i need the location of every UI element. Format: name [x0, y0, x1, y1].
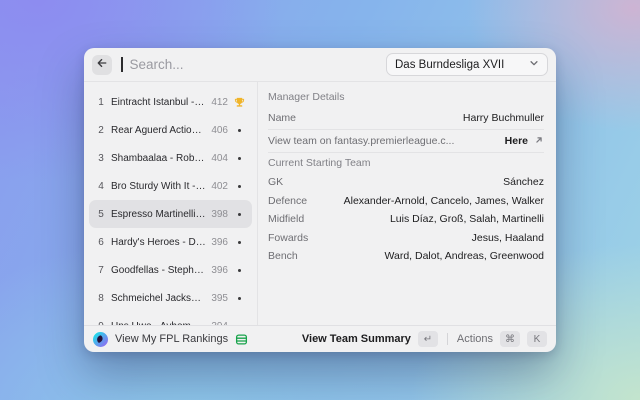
arrow-left-icon: [96, 56, 108, 74]
ranking-row[interactable]: 6 Hardy's Heroes - Dan H... 396: [89, 228, 252, 256]
details-panel: Manager Details Name Harry Buchmuller Vi…: [258, 82, 556, 325]
cmd-key-badge: ⌘: [500, 331, 520, 347]
footer-bar: View My FPL Rankings View Team Summary ↵…: [84, 325, 556, 352]
team-detail-row: Defence Alexander-Arnold, Cancelo, James…: [268, 192, 544, 211]
team-detail-row: Fowards Jesus, Haaland: [268, 229, 544, 248]
ranking-row[interactable]: 2 Rear Aguerd Action - M... 406: [89, 116, 252, 144]
search-header: Das Burndesliga XVII: [84, 48, 556, 82]
position-label: Bench: [268, 250, 298, 262]
rank-number: 6: [96, 237, 106, 248]
dot-indicator: [238, 157, 241, 160]
ranking-row[interactable]: 9 Uns Uwe - Ayhem Saleh 394: [89, 312, 252, 325]
section-starting-team: Current Starting Team: [268, 153, 544, 173]
team-title: Espresso Martinelli - Ha...: [111, 209, 206, 220]
name-label: Name: [268, 112, 296, 124]
chevron-down-icon: [529, 58, 539, 71]
team-title: Bro Sturdy With It - Sco...: [111, 181, 206, 192]
manager-name-row: Name Harry Buchmuller: [268, 107, 544, 130]
points-value: 396: [211, 265, 228, 276]
points-value: 412: [211, 97, 228, 108]
actions-button[interactable]: Actions: [457, 333, 493, 345]
players-value: Alexander-Arnold, Cancelo, James, Walker: [344, 195, 544, 207]
dot-indicator: [238, 297, 241, 300]
external-link-icon: [534, 135, 544, 148]
points-value: 396: [211, 237, 228, 248]
team-title: Goodfellas - Stephen Fi...: [111, 265, 206, 276]
main-content: 1 Eintracht Istanbul - Ole-... 412 2 Rea…: [84, 82, 556, 325]
team-title: Hardy's Heroes - Dan H...: [111, 237, 206, 248]
section-manager-details: Manager Details: [268, 87, 544, 107]
dot-indicator: [238, 185, 241, 188]
ranking-row[interactable]: 5 Espresso Martinelli - Ha... 398: [89, 200, 252, 228]
here-link[interactable]: Here: [505, 135, 528, 147]
points-value: 406: [211, 125, 228, 136]
league-dropdown-value: Das Burndesliga XVII: [395, 59, 504, 71]
text-cursor: [121, 57, 123, 72]
view-team-label: View team on fantasy.premierleague.c...: [268, 135, 454, 147]
rank-number: 5: [96, 209, 106, 220]
back-button[interactable]: [92, 55, 112, 75]
team-title: Eintracht Istanbul - Ole-...: [111, 97, 206, 108]
rank-number: 3: [96, 153, 106, 164]
rankings-list: 1 Eintracht Istanbul - Ole-... 412 2 Rea…: [84, 82, 258, 325]
footer-divider: [447, 333, 448, 345]
dot-indicator: [238, 241, 241, 244]
rank-number: 7: [96, 265, 106, 276]
fpl-logo-icon: [93, 332, 108, 347]
dot-indicator: [238, 213, 241, 216]
league-dropdown[interactable]: Das Burndesliga XVII: [386, 53, 548, 76]
points-value: 402: [211, 181, 228, 192]
search-input[interactable]: [130, 57, 380, 72]
points-value: 398: [211, 209, 228, 220]
team-title: Rear Aguerd Action - M...: [111, 125, 206, 136]
position-label: Midfield: [268, 213, 304, 225]
team-title: Shambaalaa - Rob Hami...: [111, 153, 206, 164]
points-value: 404: [211, 153, 228, 164]
ranking-row[interactable]: 8 Schmeichel Jackson - T... 395: [89, 284, 252, 312]
dot-indicator: [238, 269, 241, 272]
dot-indicator: [238, 129, 241, 132]
k-key-badge: K: [527, 331, 547, 347]
players-value: Sánchez: [503, 176, 544, 188]
team-detail-row: Bench Ward, Dalot, Andreas, Greenwood: [268, 247, 544, 266]
players-value: Luis Díaz, Groß, Salah, Martinelli: [390, 213, 544, 225]
rank-number: 4: [96, 181, 106, 192]
return-key-badge: ↵: [418, 331, 438, 347]
rank-number: 1: [96, 97, 106, 108]
launcher-window: Das Burndesliga XVII 1 Eintracht Istanbu…: [84, 48, 556, 352]
name-value: Harry Buchmuller: [463, 112, 544, 124]
players-value: Ward, Dalot, Andreas, Greenwood: [384, 250, 544, 262]
view-team-link-row[interactable]: View team on fantasy.premierleague.c... …: [268, 130, 544, 153]
position-label: Fowards: [268, 232, 308, 244]
team-rows-container: GK Sánchez Defence Alexander-Arnold, Can…: [268, 173, 544, 266]
trophy-icon: [234, 97, 245, 108]
list-card-icon: [235, 333, 248, 346]
rank-number: 8: [96, 293, 106, 304]
points-value: 395: [211, 293, 228, 304]
ranking-row[interactable]: 7 Goodfellas - Stephen Fi... 396: [89, 256, 252, 284]
view-team-summary-button[interactable]: View Team Summary: [302, 333, 411, 345]
players-value: Jesus, Haaland: [472, 232, 544, 244]
team-detail-row: Midfield Luis Díaz, Groß, Salah, Martine…: [268, 210, 544, 229]
rank-number: 2: [96, 125, 106, 136]
position-label: GK: [268, 176, 283, 188]
ranking-row[interactable]: 1 Eintracht Istanbul - Ole-... 412: [89, 88, 252, 116]
ranking-row[interactable]: 4 Bro Sturdy With It - Sco... 402: [89, 172, 252, 200]
team-title: Schmeichel Jackson - T...: [111, 293, 206, 304]
position-label: Defence: [268, 195, 307, 207]
footer-command-label[interactable]: View My FPL Rankings: [115, 333, 228, 345]
team-detail-row: GK Sánchez: [268, 173, 544, 192]
ranking-row[interactable]: 3 Shambaalaa - Rob Hami... 404: [89, 144, 252, 172]
